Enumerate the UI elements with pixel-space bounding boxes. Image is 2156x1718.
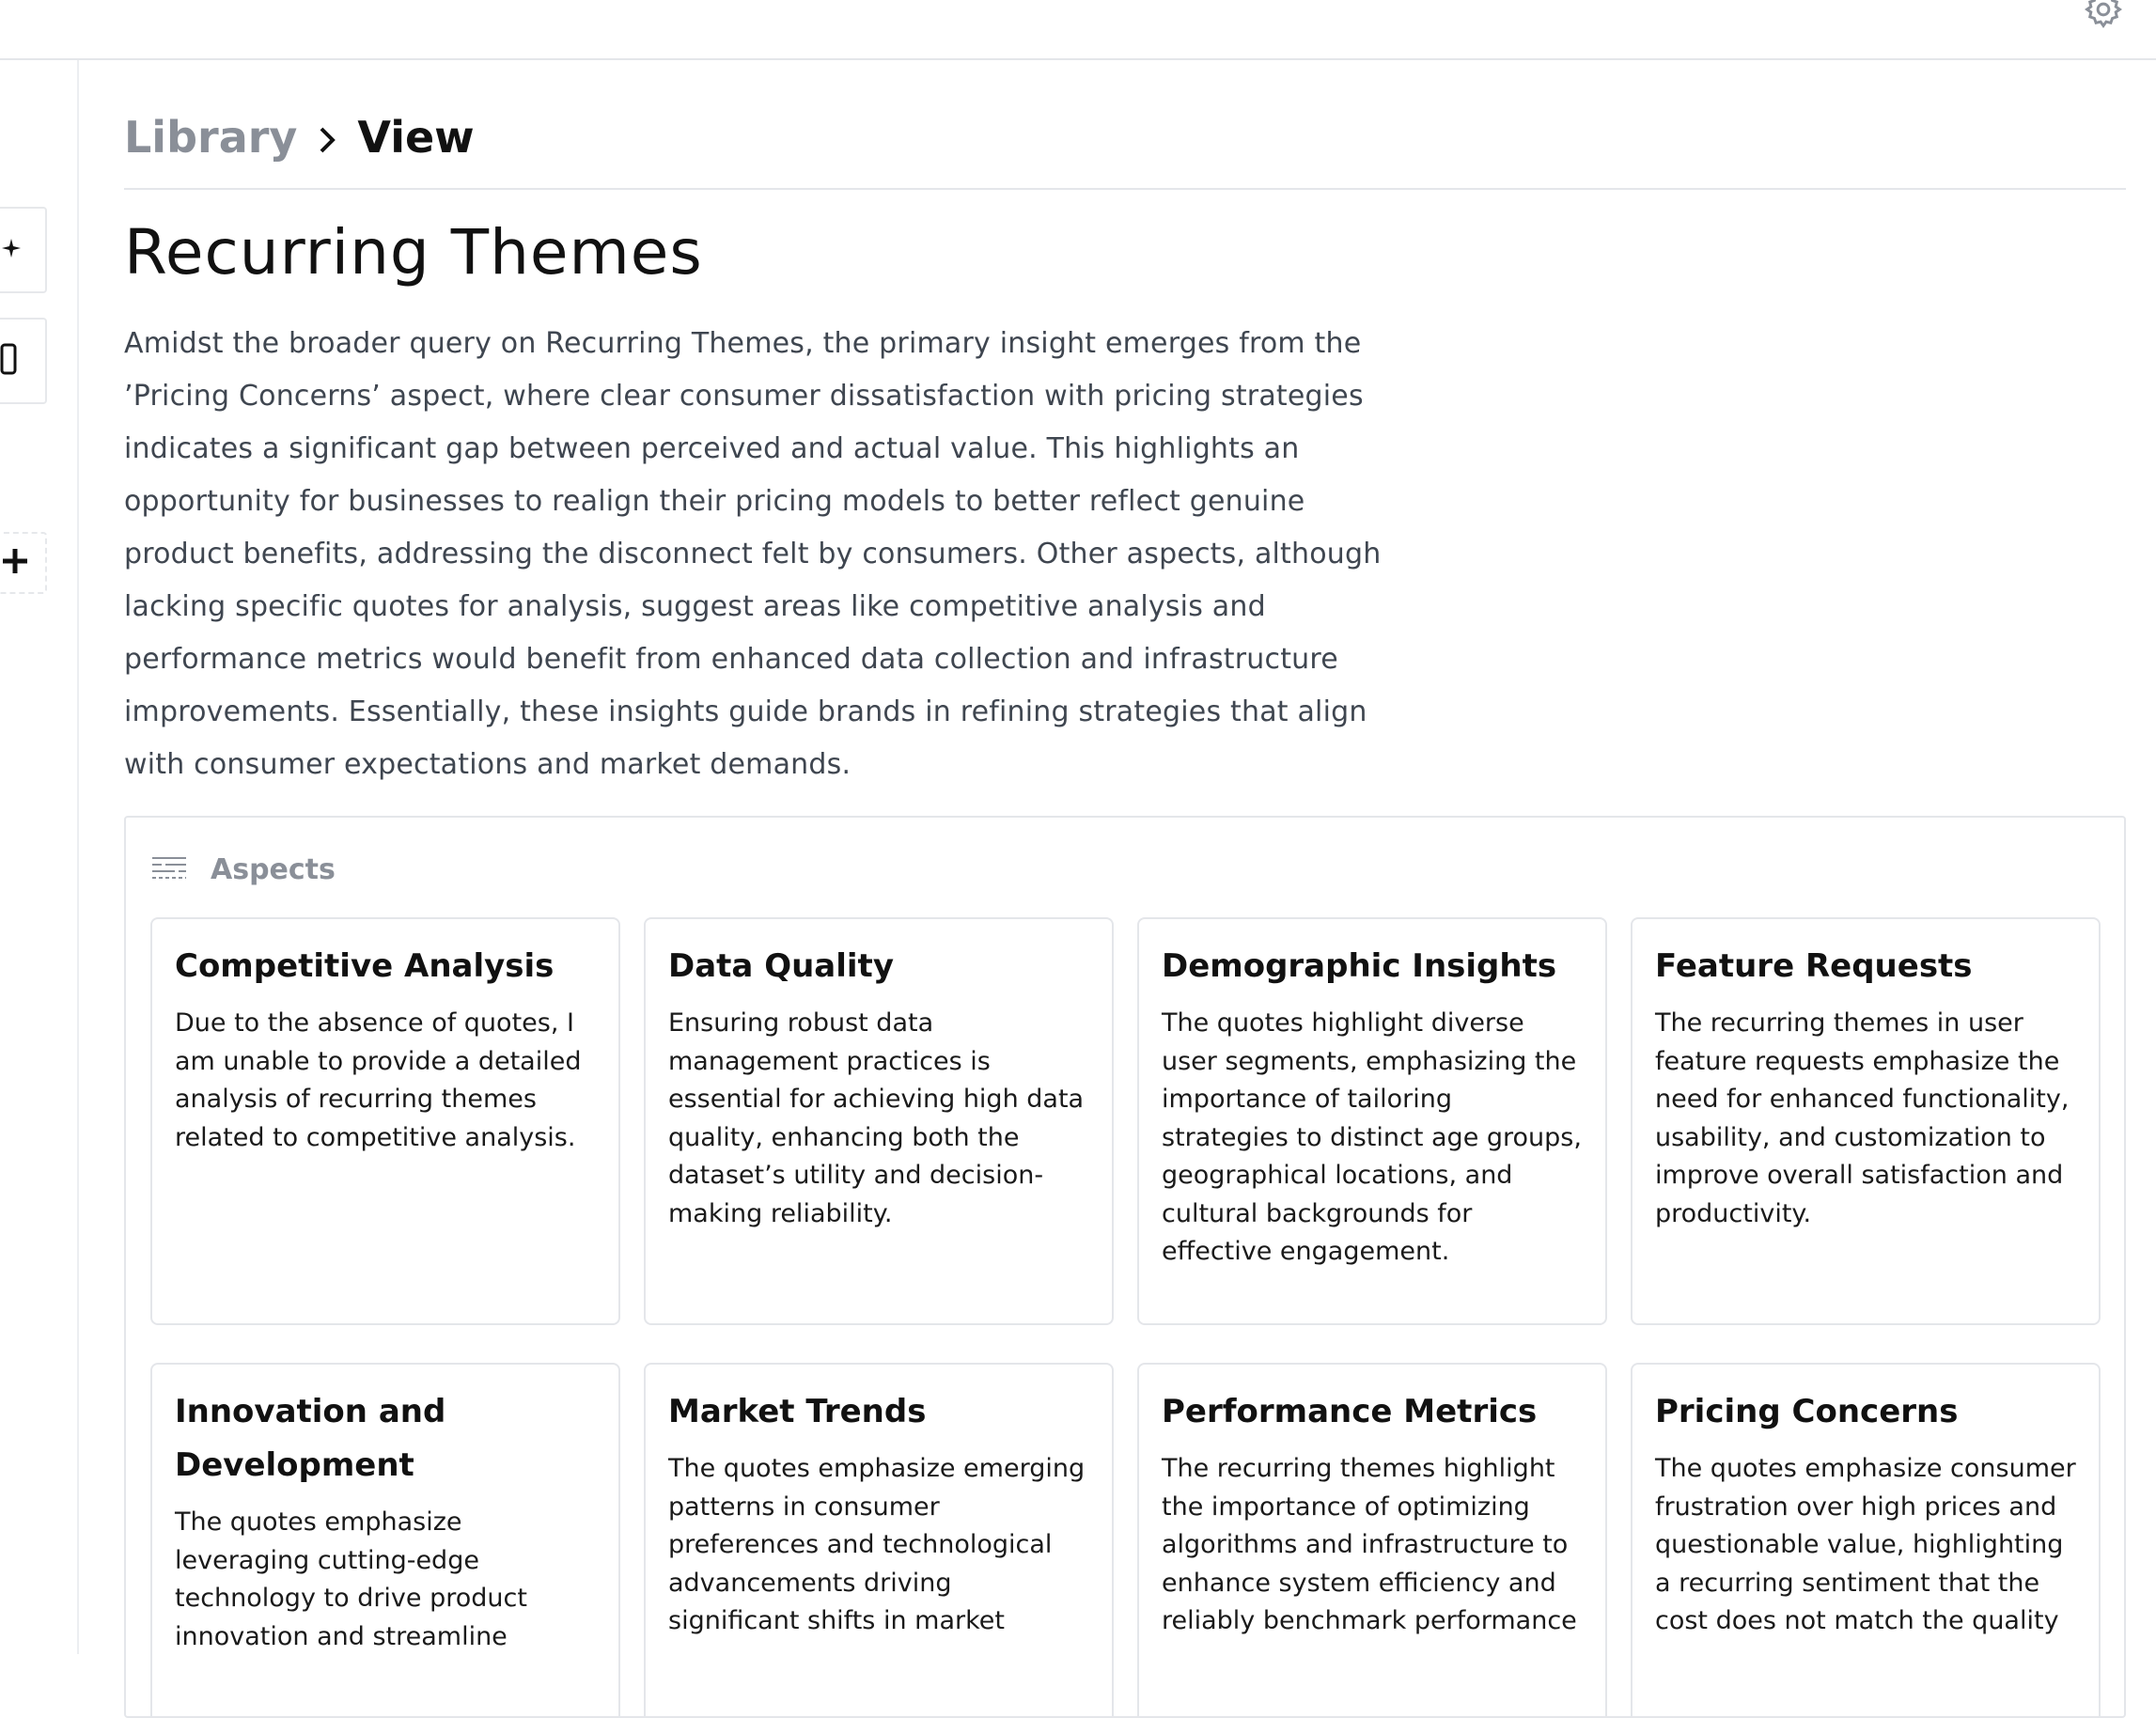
rail-add-button[interactable] — [0, 532, 47, 594]
aspect-card[interactable]: Pricing Concerns The quotes emphasize co… — [1631, 1363, 2101, 1716]
aspect-card-text: The quotes emphasize leveraging cutting-… — [175, 1507, 527, 1651]
aspect-card-title: Demographic Insights — [1162, 947, 1557, 985]
aspect-card[interactable]: Market Trends The quotes emphasize emerg… — [644, 1363, 1114, 1716]
rail-document-button[interactable] — [0, 318, 47, 404]
aspect-card-title: Pricing Concerns — [1655, 1393, 1959, 1430]
aspect-card[interactable]: Competitive Analysis Due to the absence … — [150, 917, 620, 1325]
breadcrumb-current: View — [357, 112, 475, 163]
breadcrumb-library-link[interactable]: Library — [124, 112, 297, 163]
aspect-card-title: Innovation and Development — [175, 1393, 446, 1484]
header-divider — [124, 188, 2126, 190]
aspect-card-title: Competitive Analysis — [175, 947, 555, 985]
aspects-header: Aspects — [150, 853, 336, 886]
aspect-card-text: The quotes emphasize emerging patterns i… — [668, 1454, 1086, 1635]
aspect-card-text: The recurring themes highlight the impor… — [1162, 1454, 1577, 1635]
aspects-panel: Aspects Competitive Analysis Due to the … — [124, 816, 2126, 1718]
aspect-card-text: Ensuring robust data management practice… — [668, 1008, 1085, 1228]
aspect-card[interactable]: Performance Metrics The recurring themes… — [1137, 1363, 1607, 1716]
breadcrumb: Library View — [124, 111, 475, 164]
document-icon — [0, 343, 19, 379]
rail-ai-button[interactable] — [0, 207, 47, 293]
aspect-card-title: Feature Requests — [1655, 947, 1973, 985]
filter-lines-icon — [150, 854, 188, 886]
aspect-card-text: The quotes highlight diverse user segmen… — [1162, 1008, 1582, 1266]
page-title: Recurring Themes — [124, 216, 703, 289]
aspect-card-title: Market Trends — [668, 1393, 927, 1430]
chevron-right-icon — [314, 118, 340, 156]
aspects-label: Aspects — [211, 853, 336, 886]
aspect-card-text: The recurring themes in user feature req… — [1655, 1008, 2070, 1228]
plus-icon — [0, 546, 30, 580]
top-bar — [0, 0, 2156, 60]
aspect-card[interactable]: Data Quality Ensuring robust data manage… — [644, 917, 1114, 1325]
left-rail — [0, 60, 79, 1654]
summary-text: Amidst the broader query on Recurring Th… — [124, 327, 1382, 781]
aspect-card[interactable]: Innovation and Development The quotes em… — [150, 1363, 620, 1716]
gear-icon[interactable] — [2083, 0, 2124, 30]
aspect-card-text: Due to the absence of quotes, I am unabl… — [175, 1008, 582, 1152]
aspect-card-text: The quotes emphasize consumer frustratio… — [1655, 1454, 2076, 1635]
aspect-card-title: Performance Metrics — [1162, 1393, 1538, 1430]
sparkle-icon — [0, 237, 23, 263]
aspect-card[interactable]: Feature Requests The recurring themes in… — [1631, 917, 2101, 1325]
aspect-card[interactable]: Demographic Insights The quotes highligh… — [1137, 917, 1607, 1325]
aspect-card-title: Data Quality — [668, 947, 894, 985]
